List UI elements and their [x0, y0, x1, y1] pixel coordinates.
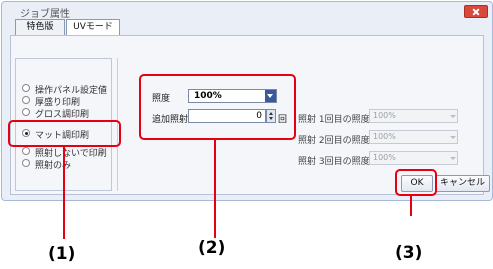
tab-uv-mode[interactable]: UVモード: [66, 19, 120, 35]
chevron-down-icon: [450, 133, 456, 141]
radio-button[interactable]: [22, 96, 30, 104]
pass2-select[interactable]: 100%: [369, 130, 458, 144]
radio-irradiation-only[interactable]: 照射のみ: [22, 158, 142, 171]
radio-button[interactable]: [22, 108, 30, 116]
radio-label: グロス調印刷: [35, 110, 90, 120]
pass1-select[interactable]: 100%: [369, 109, 458, 123]
callout-label-3: (3): [395, 243, 423, 263]
radio-thick-print[interactable]: 厚盛り印刷: [22, 95, 142, 108]
radio-panel-setting[interactable]: 操作パネル設定値: [22, 83, 142, 96]
radio-gloss-print[interactable]: グロス調印刷: [22, 107, 142, 120]
pass1-value: 100%: [373, 111, 396, 120]
chevron-down-icon: [450, 112, 456, 120]
pass3-value: 100%: [373, 153, 396, 162]
pass2-value: 100%: [373, 132, 396, 141]
callout-label-1: (1): [48, 244, 76, 264]
leader-line-2: [214, 140, 216, 238]
leader-line-3: [410, 196, 412, 216]
dialog-title: ジョブ属性: [20, 9, 70, 20]
radio-button[interactable]: [22, 159, 30, 167]
cancel-button[interactable]: キャンセル: [435, 175, 490, 192]
radio-print-without-irradiation[interactable]: 照射しないで印刷: [22, 146, 142, 159]
radio-button[interactable]: [22, 84, 30, 92]
highlight-box-3: [395, 169, 437, 196]
pass1-label: 照射 1回目の照度: [298, 115, 370, 125]
chevron-down-icon: [450, 154, 456, 162]
highlight-box-2: [139, 74, 296, 140]
tab-special-color[interactable]: 特色版: [15, 19, 65, 35]
radio-label: 照射のみ: [35, 161, 72, 171]
pass3-select[interactable]: 100%: [369, 151, 458, 165]
callout-label-2: (2): [198, 238, 226, 258]
pass2-label: 照射 2回目の照度: [298, 136, 370, 146]
leader-line-1: [63, 147, 65, 239]
radio-button[interactable]: [22, 147, 30, 155]
highlight-box-1: [8, 120, 121, 147]
close-icon[interactable]: [464, 5, 488, 18]
pass3-label: 照射 3回目の照度: [298, 157, 370, 167]
